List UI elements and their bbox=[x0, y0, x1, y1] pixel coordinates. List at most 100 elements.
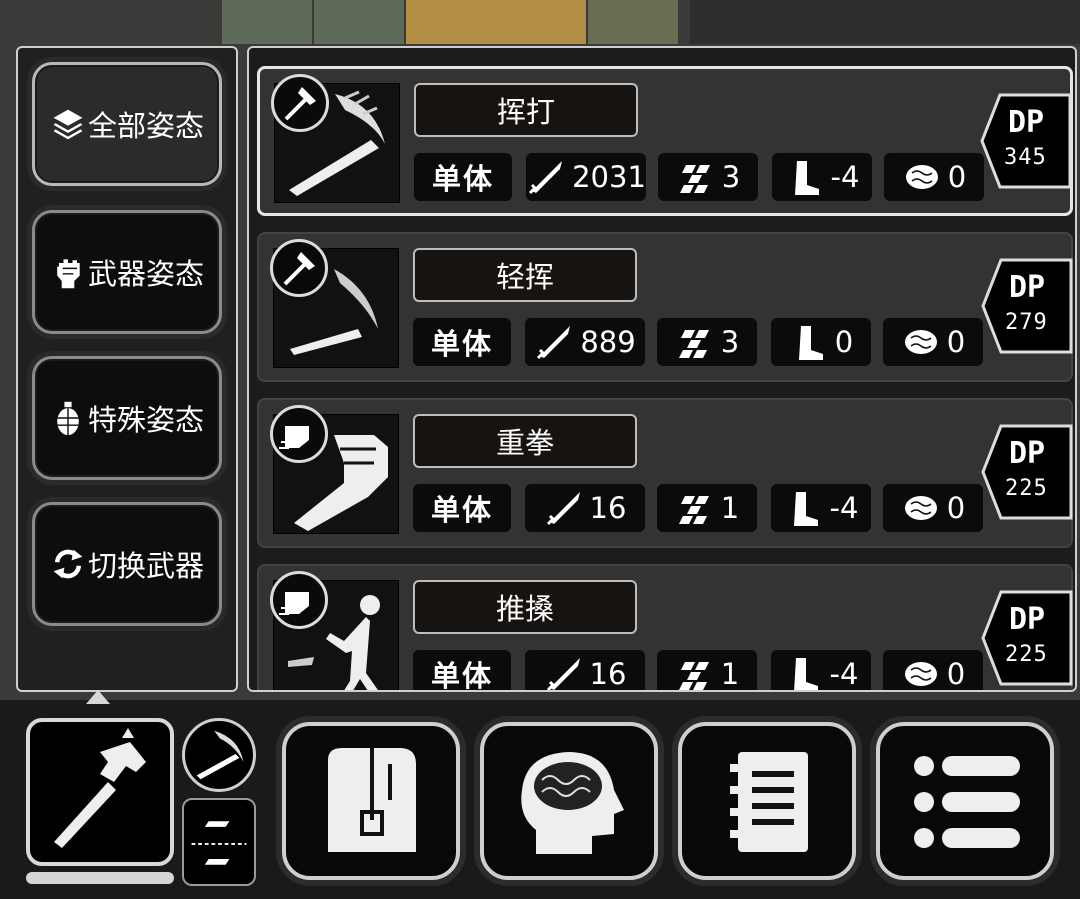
dp-badge: DP 279 bbox=[979, 256, 1075, 356]
boot-icon bbox=[793, 492, 818, 526]
stamina-value: -4 bbox=[829, 657, 859, 691]
target-type: 单体 bbox=[413, 650, 511, 690]
inventory-button[interactable] bbox=[282, 722, 460, 880]
damage-value: 16 bbox=[589, 657, 627, 691]
stance-all-label: 全部姿态 bbox=[87, 109, 204, 143]
hammer-icon bbox=[271, 74, 329, 132]
accuracy-value: 3 bbox=[721, 160, 741, 194]
mind-value: 0 bbox=[946, 491, 966, 525]
hammer-icon bbox=[54, 728, 146, 848]
mind-button[interactable] bbox=[480, 722, 658, 880]
switch-weapon-button[interactable]: 切换武器 bbox=[32, 502, 222, 626]
stance-special-label: 特殊姿态 bbox=[87, 403, 204, 437]
checker-icon bbox=[678, 496, 709, 524]
accuracy-stat: 3 bbox=[657, 318, 757, 366]
fist-icon bbox=[270, 405, 328, 463]
stance-weapon-label: 武器姿态 bbox=[87, 257, 204, 291]
grenade-icon bbox=[57, 401, 79, 436]
skill-art bbox=[270, 571, 399, 690]
sword-icon bbox=[529, 161, 563, 195]
damage-stat: 16 bbox=[525, 650, 645, 691]
boot-icon bbox=[798, 326, 823, 360]
dp-value: 279 bbox=[1005, 310, 1048, 335]
stamina-value: 0 bbox=[834, 325, 854, 359]
checker-icon bbox=[678, 662, 709, 690]
backpack-icon bbox=[328, 748, 416, 852]
brain-icon bbox=[904, 496, 937, 520]
list-menu-icon bbox=[914, 756, 1020, 848]
mind-value: 0 bbox=[947, 160, 967, 194]
sword-icon bbox=[537, 326, 571, 360]
switch-weapon-label: 切换武器 bbox=[87, 549, 204, 583]
fist-icon bbox=[270, 571, 328, 629]
skill-art bbox=[270, 405, 399, 534]
stamina-stat: 0 bbox=[771, 318, 871, 366]
brain-head-icon bbox=[521, 752, 624, 854]
boot-icon bbox=[794, 161, 819, 195]
accuracy-stat: 1 bbox=[657, 650, 757, 691]
stance-weapon-button[interactable]: 武器姿态 bbox=[32, 210, 222, 334]
swap-arrows-icon bbox=[53, 549, 83, 579]
dp-label: DP bbox=[1009, 270, 1046, 305]
map-tile bbox=[406, 0, 586, 44]
mind-value: 0 bbox=[946, 657, 966, 691]
brain-icon bbox=[905, 165, 938, 189]
dp-value: 345 bbox=[1004, 145, 1047, 170]
ammo-slot[interactable] bbox=[182, 798, 256, 886]
accuracy-value: 1 bbox=[720, 657, 740, 691]
damage-value: 2031 bbox=[572, 160, 646, 194]
fist-icon bbox=[57, 259, 80, 289]
skill-card-light-swing[interactable]: 轻挥 单体 889 3 0 0 DP 279 bbox=[257, 232, 1073, 382]
damage-stat: 2031 bbox=[526, 153, 646, 201]
skill-name: 推搡 bbox=[413, 580, 637, 634]
boot-icon bbox=[793, 658, 818, 690]
accuracy-value: 1 bbox=[720, 491, 740, 525]
dp-badge: DP 345 bbox=[978, 91, 1074, 191]
skill-name: 轻挥 bbox=[413, 248, 637, 302]
mind-stat: 0 bbox=[883, 650, 983, 691]
notebook-icon bbox=[730, 752, 808, 852]
layers-icon bbox=[53, 109, 83, 140]
main-menu-button[interactable] bbox=[876, 722, 1054, 880]
skill-card-shove[interactable]: 推搡 单体 16 1 -4 0 DP 225 bbox=[257, 564, 1075, 691]
skill-card-heavy-punch[interactable]: 重拳 单体 16 1 -4 0 DP 225 bbox=[257, 398, 1073, 548]
accuracy-value: 3 bbox=[720, 325, 740, 359]
bat-swing-icon bbox=[196, 730, 244, 780]
stance-all-button[interactable]: 全部姿态 bbox=[32, 62, 222, 186]
skills-list: 挥打 单体 2031 3 -4 0 DP 345 轻挥 单体 889 3 0 0… bbox=[247, 46, 1077, 692]
skill-art bbox=[270, 239, 399, 368]
dp-label: DP bbox=[1009, 436, 1046, 471]
mind-stat: 0 bbox=[883, 484, 983, 532]
stamina-stat: -4 bbox=[771, 484, 871, 532]
selection-pointer bbox=[86, 690, 110, 704]
map-tile bbox=[588, 0, 678, 44]
stamina-stat: -4 bbox=[771, 650, 871, 691]
accuracy-stat: 1 bbox=[657, 484, 757, 532]
stamina-stat: -4 bbox=[772, 153, 872, 201]
map-tile bbox=[222, 0, 312, 44]
map-tile bbox=[690, 0, 1080, 44]
checker-icon bbox=[679, 165, 710, 193]
map-tile bbox=[314, 0, 404, 44]
damage-stat: 889 bbox=[525, 318, 645, 366]
mind-stat: 0 bbox=[883, 318, 983, 366]
mind-value: 0 bbox=[946, 325, 966, 359]
equipped-weapon-slot[interactable] bbox=[26, 718, 174, 866]
dp-label: DP bbox=[1008, 105, 1045, 140]
mind-stat: 0 bbox=[884, 153, 984, 201]
stamina-value: -4 bbox=[829, 491, 859, 525]
damage-value: 889 bbox=[580, 325, 636, 359]
stance-special-button[interactable]: 特殊姿态 bbox=[32, 356, 222, 480]
skill-name: 挥打 bbox=[414, 83, 638, 137]
brain-icon bbox=[904, 662, 937, 686]
skill-card-swing[interactable]: 挥打 单体 2031 3 -4 0 DP 345 bbox=[257, 66, 1073, 216]
notes-button[interactable] bbox=[678, 722, 856, 880]
damage-stat: 16 bbox=[525, 484, 645, 532]
dp-label: DP bbox=[1009, 602, 1046, 637]
target-type: 单体 bbox=[414, 153, 512, 201]
stance-filter-panel: 全部姿态 武器姿态 特殊姿态 切换武器 bbox=[16, 46, 238, 692]
target-type: 单体 bbox=[413, 318, 511, 366]
dp-badge: DP 225 bbox=[979, 588, 1075, 688]
attack-style-slot[interactable] bbox=[182, 718, 256, 792]
sword-icon bbox=[546, 658, 580, 690]
